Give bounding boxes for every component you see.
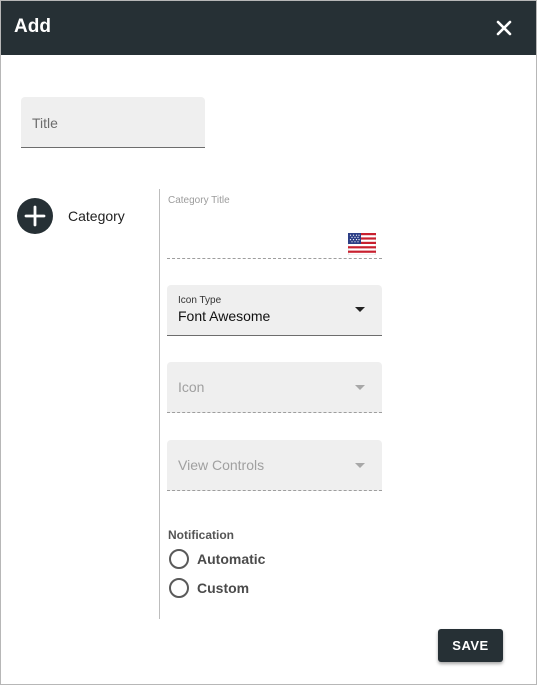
plus-icon xyxy=(24,205,46,227)
icon-select-placeholder: Icon xyxy=(178,379,205,395)
title-input[interactable]: Title xyxy=(21,97,205,148)
add-category-button[interactable] xyxy=(17,198,53,234)
icon-select[interactable]: Icon xyxy=(167,362,382,413)
close-icon[interactable] xyxy=(493,17,515,39)
icon-type-value: Font Awesome xyxy=(178,308,271,324)
view-controls-placeholder: View Controls xyxy=(178,457,265,473)
chevron-down-icon xyxy=(355,385,365,390)
us-flag-icon[interactable] xyxy=(347,232,377,256)
notification-label: Notification xyxy=(168,528,234,542)
save-button[interactable]: SAVE xyxy=(438,629,503,662)
chevron-down-icon xyxy=(355,463,365,468)
radio-automatic-label: Automatic xyxy=(197,551,266,567)
category-title-input[interactable]: Category Title xyxy=(167,191,382,259)
category-label: Category xyxy=(68,208,125,224)
radio-circle[interactable] xyxy=(169,578,189,598)
radio-custom-label: Custom xyxy=(197,580,250,596)
view-controls-select[interactable]: View Controls xyxy=(167,440,382,491)
icon-type-select[interactable]: Icon Type Font Awesome xyxy=(167,285,382,336)
dialog-header: Add xyxy=(1,1,536,55)
chevron-down-icon xyxy=(355,307,365,312)
add-dialog: Add Title Category Category Title Icon T… xyxy=(0,0,537,685)
radio-circle[interactable] xyxy=(169,549,189,569)
title-input-label: Title xyxy=(32,115,58,131)
divider xyxy=(159,189,160,619)
category-title-label: Category Title xyxy=(168,195,230,206)
dialog-title: Add xyxy=(14,16,51,37)
icon-type-label: Icon Type xyxy=(178,295,222,306)
